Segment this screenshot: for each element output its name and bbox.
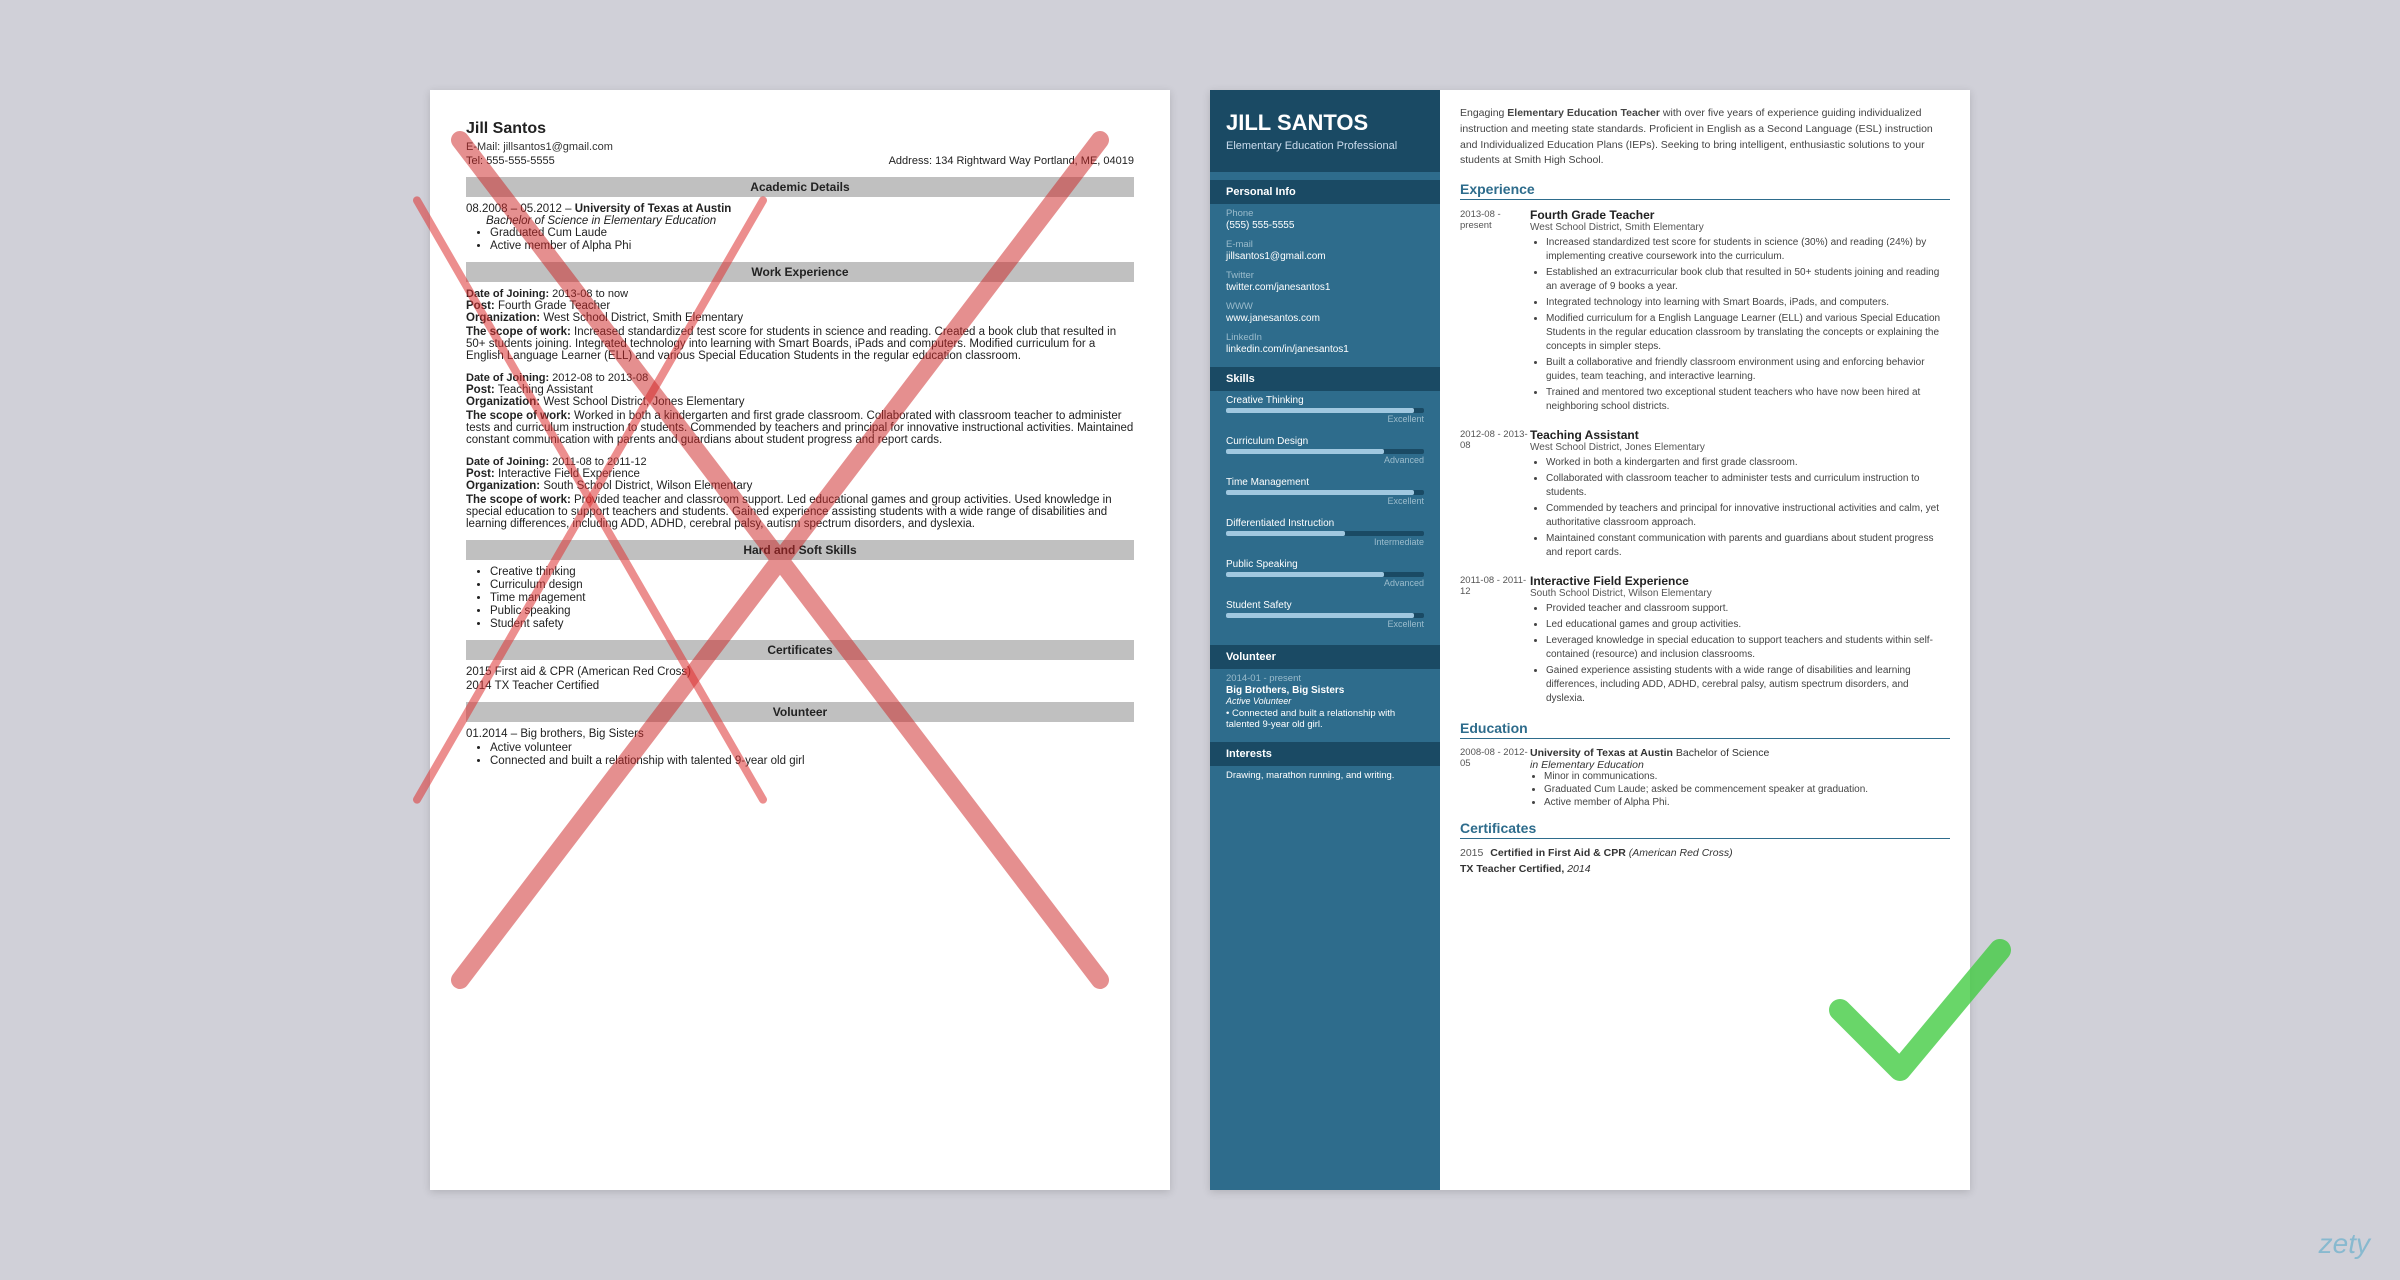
- skill-2: Time Management Excellent: [1210, 473, 1440, 514]
- skill-1: Curriculum Design Advanced: [1210, 432, 1440, 473]
- left-address: Address: 134 Rightward Way Portland, ME,…: [889, 155, 1134, 167]
- left-skills-list: Creative thinking Curriculum design Time…: [490, 566, 1134, 630]
- resume-good: JILL SANTOS Elementary Education Profess…: [1210, 90, 1970, 1190]
- cert-0: 2015 Certified in First Aid & CPR (Ameri…: [1460, 847, 1950, 859]
- skill-bar-0: [1226, 408, 1414, 413]
- exp-1-bullets: Worked in both a kindergarten and first …: [1546, 456, 1950, 560]
- sidebar-twitter: Twitter twitter.com/janesantos1: [1210, 266, 1440, 297]
- resume-sidebar: JILL SANTOS Elementary Education Profess…: [1210, 90, 1440, 1190]
- summary-text: Engaging Elementary Education Teacher wi…: [1460, 106, 1950, 169]
- main-content: Engaging Elementary Education Teacher wi…: [1440, 90, 1970, 1190]
- left-work-0: Date of Joining: 2013-08 to now Post: Fo…: [466, 288, 1134, 362]
- exp-2-bullets: Provided teacher and classroom support. …: [1546, 602, 1950, 706]
- cert-1: TX Teacher Certified, 2014: [1460, 863, 1950, 875]
- interests-section-title: Interests: [1210, 742, 1440, 766]
- left-work-2: Date of Joining: 2011-08 to 2011-12 Post…: [466, 456, 1134, 530]
- left-volunteer-dates: 01.2014 – Big brothers, Big Sisters: [466, 728, 1134, 740]
- skill-0: Creative Thinking Excellent: [1210, 391, 1440, 432]
- sidebar-interests: Drawing, marathon running, and writing.: [1210, 766, 1440, 785]
- left-edu-entry: 08.2008 – 05.2012 – University of Texas …: [466, 203, 1134, 252]
- left-tel: Tel: 555-555-5555: [466, 155, 555, 167]
- skills-section-header: Hard and Soft Skills: [466, 540, 1134, 560]
- left-name: Jill Santos: [466, 120, 1134, 138]
- academic-section-header: Academic Details: [466, 177, 1134, 197]
- page-container: Jill Santos E-Mail: jillsantos1@gmail.co…: [390, 50, 2010, 1230]
- right-title: Elementary Education Professional: [1226, 140, 1424, 152]
- skill-5: Student Safety Excellent: [1210, 596, 1440, 637]
- left-work-1: Date of Joining: 2012-08 to 2013-08 Post…: [466, 372, 1134, 446]
- exp-2: 2011-08 - 2011-12 Interactive Field Expe…: [1460, 574, 1950, 708]
- skill-4: Public Speaking Advanced: [1210, 555, 1440, 596]
- education-section-title: Education: [1460, 720, 1950, 739]
- certificates-section-title: Certificates: [1460, 820, 1950, 839]
- left-email: E-Mail: jillsantos1@gmail.com: [466, 141, 1134, 153]
- sidebar-linkedin: LinkedIn linkedin.com/in/janesantos1: [1210, 328, 1440, 359]
- exp-0: 2013-08 - present Fourth Grade Teacher W…: [1460, 208, 1950, 416]
- edu-0-bullets: Minor in communications. Graduated Cum L…: [1544, 771, 1950, 808]
- skill-bar-1: [1226, 449, 1384, 454]
- skill-bar-3: [1226, 531, 1345, 536]
- resume-bad: Jill Santos E-Mail: jillsantos1@gmail.co…: [430, 90, 1170, 1190]
- edu-0: 2008-08 - 2012-05 University of Texas at…: [1460, 747, 1950, 810]
- experience-section-title: Experience: [1460, 181, 1950, 200]
- sidebar-header: JILL SANTOS Elementary Education Profess…: [1210, 90, 1440, 172]
- volunteer-section-header: Volunteer: [466, 702, 1134, 722]
- work-section-header: Work Experience: [466, 262, 1134, 282]
- skill-bar-4: [1226, 572, 1384, 577]
- left-cert-0: 2015 First aid & CPR (American Red Cross…: [466, 666, 1134, 678]
- left-contact-row: Tel: 555-555-5555 Address: 134 Rightward…: [466, 155, 1134, 167]
- exp-1: 2012-08 - 2013-08 Teaching Assistant Wes…: [1460, 428, 1950, 562]
- sidebar-email: E-mail jillsantos1@gmail.com: [1210, 235, 1440, 266]
- volunteer-section-title: Volunteer: [1210, 645, 1440, 669]
- certs-section-header: Certificates: [466, 640, 1134, 660]
- skill-bar-5: [1226, 613, 1414, 618]
- skill-bar-2: [1226, 490, 1414, 495]
- skills-section-title: Skills: [1210, 367, 1440, 391]
- sidebar-phone: Phone (555) 555-5555: [1210, 204, 1440, 235]
- left-volunteer-bullets: Active volunteer Connected and built a r…: [490, 742, 1134, 767]
- left-cert-1: 2014 TX Teacher Certified: [466, 680, 1134, 692]
- personal-info-section: Personal Info: [1210, 180, 1440, 204]
- sidebar-www: WWW www.janesantos.com: [1210, 297, 1440, 328]
- exp-0-bullets: Increased standardized test score for st…: [1546, 236, 1950, 414]
- zety-watermark: zety: [2319, 1228, 2370, 1260]
- sidebar-volunteer: 2014-01 - present Big Brothers, Big Sist…: [1210, 669, 1440, 734]
- skill-3: Differentiated Instruction Intermediate: [1210, 514, 1440, 555]
- left-edu-bullets: Graduated Cum Laude Active member of Alp…: [490, 227, 1134, 252]
- right-name: JILL SANTOS: [1226, 110, 1424, 136]
